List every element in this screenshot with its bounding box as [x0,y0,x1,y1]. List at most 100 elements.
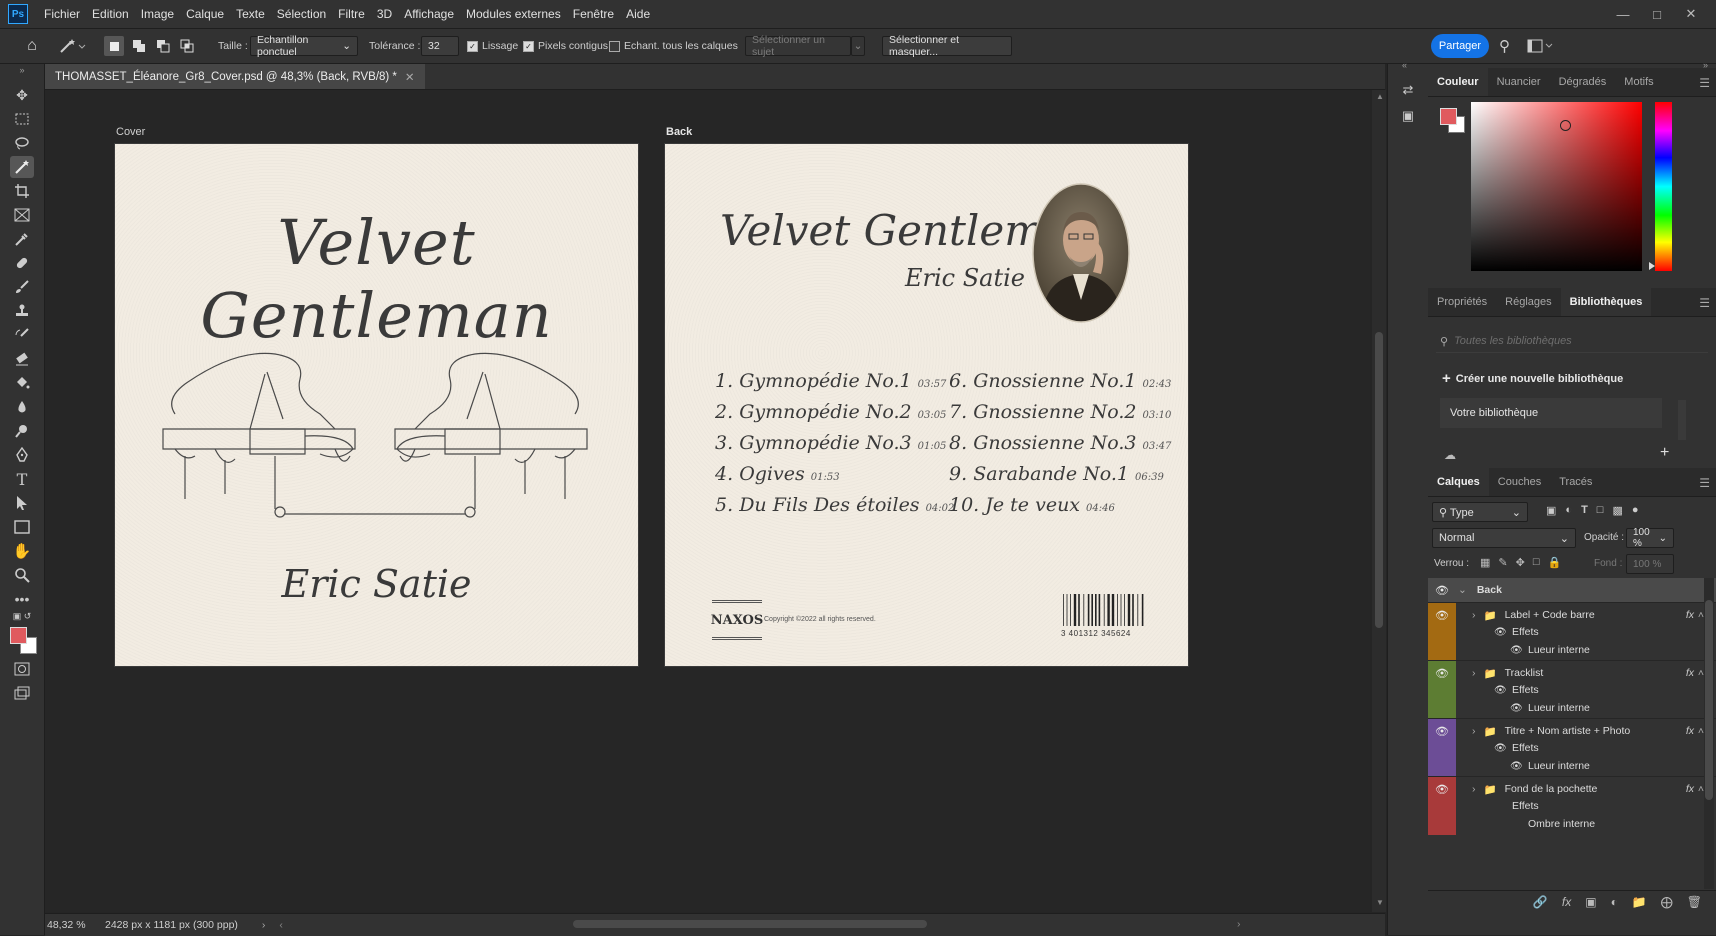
visibility-eye-icon[interactable]: 👁 [1433,582,1451,598]
library-item[interactable]: Votre bibliothèque [1440,398,1662,428]
tab-bibliotheques[interactable]: Bibliothèques [1560,288,1652,316]
intersect-selection-icon[interactable] [178,37,196,55]
echant-checkbox[interactable]: Echant. tous les calques [609,29,738,63]
fx-icon[interactable]: fx [1686,667,1694,679]
document-tab[interactable]: THOMASSET_Éléanore_Gr8_Cover.psd @ 48,3%… [45,64,425,89]
pen-tool-icon[interactable] [10,444,34,466]
status-menu-arrow-icon[interactable]: › [262,919,266,931]
visibility-eye-icon[interactable]: 👁 [1433,723,1451,739]
menu-calque[interactable]: Calque [180,7,230,21]
marquee-tool-icon[interactable] [10,108,34,130]
clone-stamp-tool-icon[interactable] [10,300,34,322]
dodge-tool-icon[interactable] [10,420,34,442]
horizontal-scroll-thumb[interactable] [573,920,927,928]
visibility-eye-icon[interactable]: 👁 [1433,781,1451,797]
filter-toggle-icon[interactable]: ● [1632,504,1639,517]
tab-proprietes[interactable]: Propriétés [1428,288,1496,316]
layer-row-back[interactable]: 👁 ⌄ Back [1428,578,1716,602]
layer-group-row[interactable]: 👁 › 📁 Fond de la pochette fx ˄ Effets Ombre int… [1428,776,1716,835]
frame-tool-icon[interactable] [10,204,34,226]
menu-aide[interactable]: Aide [620,7,656,21]
close-icon[interactable]: ✕ [1674,0,1708,28]
filter-pixel-icon[interactable]: ▣ [1546,504,1556,517]
scroll-down-icon[interactable]: ▼ [1376,898,1384,907]
tab-degrades[interactable]: Dégradés [1550,68,1616,96]
expand-panels-icon[interactable]: « [1402,60,1407,70]
document-canvas[interactable]: Cover Velvet Gentleman Eric Satie Back V… [45,90,1370,912]
layer-group-row[interactable]: 👁 › 📁 Label + Code barre fx ˄ 👁 Effets 👁 Lueur in… [1428,602,1716,661]
color-panel-foreground-swatch[interactable] [1440,108,1457,125]
visibility-eye-icon[interactable]: 👁 [1433,607,1451,623]
paint-bucket-tool-icon[interactable] [10,372,34,394]
cloud-sync-icon[interactable]: ☁ [1444,448,1456,462]
tab-couleur[interactable]: Couleur [1428,68,1488,96]
chevron-right-icon[interactable]: › [1472,609,1476,621]
fx-icon[interactable]: fx [1562,895,1571,909]
healing-brush-tool-icon[interactable] [10,252,34,274]
tab-nuancier[interactable]: Nuancier [1488,68,1550,96]
panel-menu-icon[interactable]: ☰ [1699,476,1710,490]
hue-slider[interactable] [1655,102,1672,271]
lock-position-icon[interactable]: ✥ [1516,556,1525,569]
tab-calques[interactable]: Calques [1428,468,1489,496]
library-search-input[interactable]: Toutes les bibliothèques [1454,335,1572,347]
history-brush-tool-icon[interactable] [10,324,34,346]
artboard-cover[interactable]: Velvet Gentleman Eric Satie [115,144,638,666]
lock-all-icon[interactable]: 🔒 [1548,556,1562,569]
minimize-icon[interactable]: — [1606,0,1640,28]
foreground-color-swatch[interactable] [10,627,27,644]
layer-group-row[interactable]: 👁 › 📁 Tracklist fx ˄ 👁 Effets 👁 Lueur interne [1428,660,1716,719]
layer-group-row[interactable]: 👁 › 📁 Titre + Nom artiste + Photo fx ˄ 👁 Effets… [1428,718,1716,777]
panel-menu-icon[interactable]: ☰ [1699,296,1710,310]
taille-dropdown[interactable]: Echantillon ponctuel ⌄ [250,29,358,63]
scroll-up-icon[interactable]: ▲ [1376,92,1384,101]
layers-scrollbar[interactable] [1704,578,1714,889]
subtract-selection-icon[interactable] [154,37,172,55]
adjustment-layer-icon[interactable]: ◐ [1611,895,1618,909]
workspace-icon[interactable] [1527,29,1553,63]
fill-input[interactable]: 100 % [1626,554,1674,574]
move-tool-icon[interactable]: ✥ [10,84,34,106]
brush-tool-icon[interactable] [10,276,34,298]
magic-wand-tool-icon[interactable] [10,156,34,178]
filter-smart-object-icon[interactable]: ▩ [1612,504,1622,517]
add-library-item-icon[interactable]: + [1660,444,1669,462]
chevron-right-icon[interactable]: › [1472,725,1476,737]
blur-tool-icon[interactable] [10,396,34,418]
close-tab-icon[interactable]: ✕ [405,70,415,84]
new-selection-icon[interactable] [104,36,124,56]
new-layer-icon[interactable]: ⨁ [1661,895,1673,909]
more-tools-icon[interactable]: ••• [10,588,34,610]
eyedropper-tool-icon[interactable] [10,228,34,250]
hand-tool-icon[interactable]: ✋ [10,540,34,562]
layer-filter-dropdown[interactable]: ⚲ Type ⌄ [1432,502,1528,522]
new-group-icon[interactable]: 📁 [1632,895,1647,909]
home-icon[interactable]: ⌂ [20,29,44,63]
blend-mode-dropdown[interactable]: Normal ⌄ [1432,528,1576,548]
color-field[interactable] [1471,102,1642,271]
tab-traces[interactable]: Tracés [1550,468,1601,496]
chevron-down-icon[interactable]: ⌄ [1458,584,1467,596]
effect-visibility-eye-icon[interactable]: 👁 [1510,703,1523,714]
lissage-checkbox[interactable]: ✓ Lissage [467,29,518,63]
tab-reglages[interactable]: Réglages [1496,288,1560,316]
menu-texte[interactable]: Texte [230,7,271,21]
chevron-right-icon[interactable]: › [1472,667,1476,679]
fx-icon[interactable]: fx [1686,725,1694,737]
menu-filtre[interactable]: Filtre [332,7,371,21]
share-button[interactable]: Partager [1431,34,1489,58]
delete-layer-icon[interactable]: 🗑 [1687,895,1702,909]
magic-wand-preset-icon[interactable] [58,29,86,63]
vertical-scrollbar[interactable]: ▲ ▼ [1372,90,1386,912]
menu-image[interactable]: Image [135,7,180,21]
effects-visibility-eye-icon[interactable]: 👁 [1494,685,1507,696]
history-panel-icon[interactable]: ⇄ [1398,82,1418,100]
vertical-scroll-thumb[interactable] [1375,332,1383,628]
effects-visibility-eye-icon[interactable]: 👁 [1494,627,1507,638]
lock-transparent-icon[interactable]: ▦ [1480,556,1490,569]
eraser-tool-icon[interactable] [10,348,34,370]
photoshop-logo-icon[interactable]: Ps [8,4,28,24]
filter-adjustment-icon[interactable]: ◐ [1565,504,1572,517]
library-search[interactable]: ⚲ Toutes les bibliothèques [1436,330,1708,353]
crop-tool-icon[interactable] [10,180,34,202]
